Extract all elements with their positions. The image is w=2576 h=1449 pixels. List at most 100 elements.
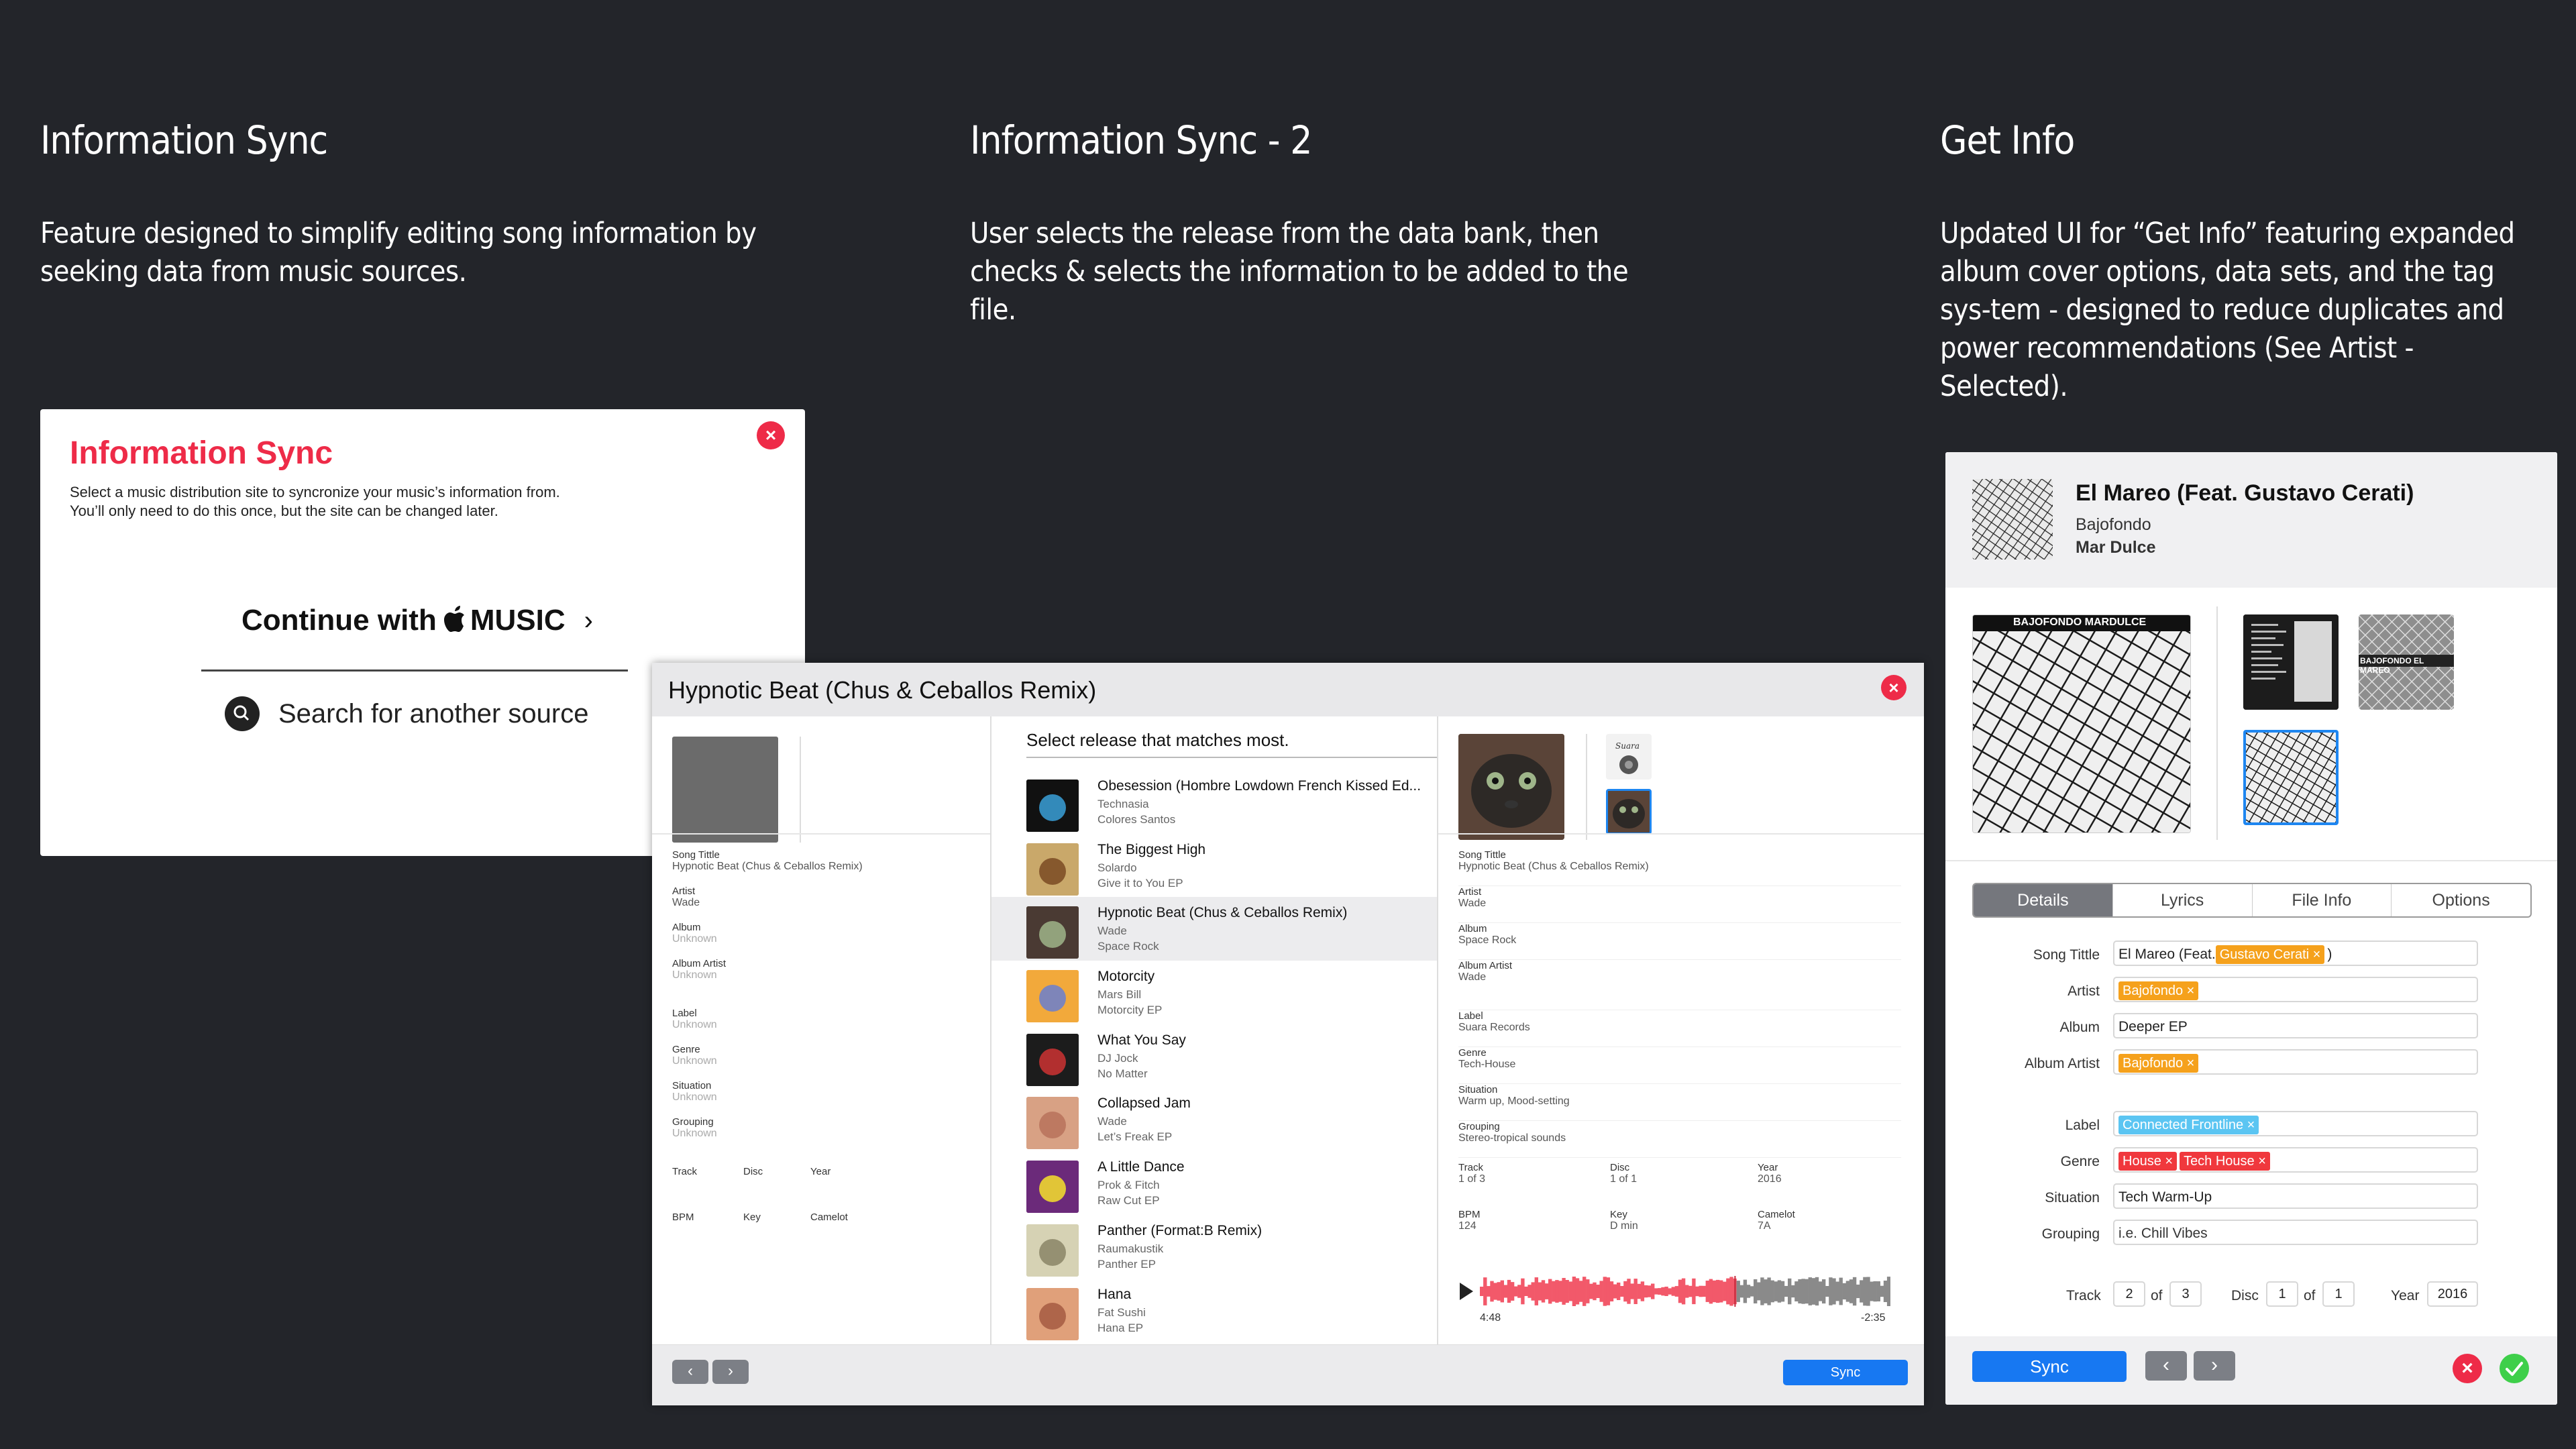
tab-options[interactable]: Options [2391, 884, 2530, 916]
release-art-graphic [1026, 1033, 1079, 1086]
release-row[interactable]: Hana Fat Sushi Hana EP [991, 1279, 1437, 1342]
album-field[interactable]: Deeper EP [2113, 1013, 2478, 1038]
album-artist-field[interactable]: Bajofondo × [2113, 1049, 2478, 1075]
tab-file-info[interactable]: File Info [2251, 884, 2392, 916]
synced-field-album-artist[interactable]: Album Artist Wade [1458, 960, 1901, 1010]
close-icon[interactable]: × [1881, 675, 1907, 700]
tag-remove-icon[interactable]: × [2187, 1056, 2195, 1071]
empty-album-art[interactable] [672, 737, 778, 843]
tag-remove-icon[interactable]: × [2187, 983, 2195, 998]
release-row[interactable]: Panther (Format:B Remix) Raumakustik Panth… [991, 1215, 1437, 1279]
grouping-field[interactable]: i.e. Chill Vibes [2113, 1220, 2478, 1245]
release-row[interactable]: Obesession (Hombre Lowdown French Kissed… [991, 770, 1437, 834]
tag-album-artist[interactable]: Bajofondo × [2118, 1054, 2199, 1073]
prev-button[interactable]: ‹ [2145, 1351, 2187, 1381]
play-icon[interactable] [1458, 1281, 1474, 1301]
release-artist: Technasia [1097, 798, 1149, 810]
next-button[interactable]: › [712, 1360, 749, 1384]
field-situation[interactable]: Situation Unknown [672, 1080, 981, 1116]
tag-remove-icon[interactable]: × [2258, 1154, 2266, 1169]
synced-number-grid: Track 1 of 3 Disc 1 of 1 Year 2016 BPM 124 K… [1458, 1162, 1901, 1263]
genre-field[interactable]: House × Tech House × [2113, 1147, 2478, 1173]
sync-button[interactable]: Sync [1783, 1360, 1908, 1385]
tag-artist[interactable]: Bajofondo × [2118, 981, 2199, 1000]
track-field[interactable]: 2 [2113, 1281, 2145, 1307]
release-row[interactable]: Collapsed Jam Wade Let’s Freak EP [991, 1087, 1437, 1151]
song-title-field[interactable]: El Mareo (Feat. Gustavo Cerati ×) [2113, 941, 2478, 966]
alt-cover-thumb[interactable]: Suara [1606, 734, 1652, 780]
tag-label[interactable]: Connected Frontline × [2118, 1116, 2259, 1134]
release-row[interactable]: A Little Dance Prok & Fitch Raw Cut EP [991, 1151, 1437, 1215]
next-button[interactable]: › [2194, 1351, 2235, 1381]
synced-field-label[interactable]: Label Suara Records [1458, 1010, 1901, 1047]
continue-apple-music-button[interactable]: Continue with MUSIC › [241, 597, 593, 644]
disc-total-field[interactable]: 1 [2322, 1281, 2355, 1307]
main-album-cover[interactable]: BAJOFONDO MARDULCE [1972, 614, 2191, 833]
close-icon[interactable]: × [757, 421, 785, 449]
selected-album-art[interactable] [1458, 734, 1564, 840]
alt-cover-single[interactable]: BAJOFONDO EL MAREO [2359, 614, 2454, 710]
synced-field-song-title[interactable]: Song Tittle Hypnotic Beat (Chus & Ceballo… [1458, 849, 1901, 886]
release-row[interactable]: Motorcity Mars Bill Motorcity EP [991, 961, 1437, 1024]
prev-button[interactable]: ‹ [672, 1360, 708, 1384]
tag-genre-tech-house[interactable]: Tech House × [2180, 1152, 2270, 1171]
track-total-field[interactable]: 3 [2169, 1281, 2202, 1307]
tag-featured-artist[interactable]: Gustavo Cerati × [2215, 945, 2325, 964]
sync-desc-line-1: Select a music distribution site to sync… [70, 484, 560, 500]
synced-field-artist[interactable]: Artist Wade [1458, 886, 1901, 923]
release-art [1026, 970, 1079, 1023]
year-field[interactable]: 2016 [2427, 1281, 2478, 1307]
synced-field-situation[interactable]: Situation Warm up, Mood-setting [1458, 1084, 1901, 1121]
song-title-suffix: ) [2327, 947, 2332, 962]
field-album[interactable]: Album Unknown [672, 922, 981, 958]
sync-button[interactable]: Sync [1972, 1351, 2127, 1382]
selected-cover-thumb[interactable] [1606, 789, 1652, 835]
synced-year[interactable]: Year 2016 [1758, 1162, 1782, 1185]
release-row[interactable]: The Biggest High Solardo Give it to You EP [991, 834, 1437, 898]
grid-value: 7A [1758, 1220, 1771, 1232]
release-row[interactable]: What You Say DJ Jock No Matter [991, 1024, 1437, 1088]
selected-cover-thumb[interactable] [2243, 730, 2339, 825]
tag-remove-icon[interactable]: × [2165, 1154, 2173, 1169]
alt-cover-back[interactable] [2243, 614, 2339, 710]
chevron-left-icon: ‹ [688, 1362, 693, 1380]
synced-track[interactable]: Track 1 of 3 [1458, 1162, 1485, 1185]
waveform-scrubber[interactable] [1480, 1276, 1891, 1307]
release-artist: Solardo [1097, 861, 1137, 874]
tag-remove-icon[interactable]: × [2247, 1118, 2255, 1132]
artist-field[interactable]: Bajofondo × [2113, 977, 2478, 1002]
field-artist[interactable]: Artist Wade [672, 885, 981, 922]
sync2-window: Hypnotic Beat (Chus & Ceballos Remix) × … [652, 663, 1924, 1405]
synced-disc[interactable]: Disc 1 of 1 [1610, 1162, 1637, 1185]
field-song-title[interactable]: Song Tittle Hypnotic Beat (Chus & Ceballo… [672, 849, 981, 885]
tab-lyrics[interactable]: Lyrics [2112, 884, 2252, 916]
synced-field-album[interactable]: Album Space Rock [1458, 923, 1901, 960]
tag-genre-house[interactable]: House × [2118, 1152, 2178, 1171]
cancel-button[interactable]: × [2453, 1354, 2482, 1383]
field-album-artist[interactable]: Album Artist Unknown [672, 958, 981, 1008]
current-number-grid: Track Disc Year BPM Key Camelot [672, 1166, 941, 1253]
field-label: Label [672, 1008, 697, 1019]
grid-label: Disc [1610, 1162, 1630, 1173]
release-row[interactable]: Hypnotic Beat (Chus & Ceballos Remix) Wad… [991, 897, 1437, 961]
search-another-source-button[interactable]: Search for another source [225, 696, 588, 731]
field-genre[interactable]: Genre Unknown [672, 1044, 981, 1080]
label-disc: Disc [2231, 1288, 2259, 1303]
field-label-record[interactable]: Label Unknown [672, 1008, 981, 1044]
apple-logo-icon [443, 604, 468, 637]
chevron-right-icon: › [584, 605, 593, 635]
label-field[interactable]: Connected Frontline × [2113, 1111, 2478, 1136]
field-grouping[interactable]: Grouping Unknown [672, 1116, 981, 1152]
situation-field[interactable]: Tech Warm-Up [2113, 1183, 2478, 1209]
tag-remove-icon[interactable]: × [2313, 947, 2321, 962]
field-label: Situation [672, 1080, 712, 1091]
confirm-button[interactable] [2500, 1354, 2529, 1383]
synced-camelot[interactable]: Camelot 7A [1758, 1209, 1795, 1232]
disc-field[interactable]: 1 [2266, 1281, 2298, 1307]
tab-details[interactable]: Details [1974, 884, 2112, 916]
grid-label-camelot: Camelot [810, 1212, 848, 1223]
synced-bpm[interactable]: BPM 124 [1458, 1209, 1481, 1232]
synced-field-genre[interactable]: Genre Tech-House [1458, 1047, 1901, 1084]
synced-key[interactable]: Key D min [1610, 1209, 1638, 1232]
synced-field-grouping[interactable]: Grouping Stereo-tropical sounds [1458, 1121, 1901, 1158]
